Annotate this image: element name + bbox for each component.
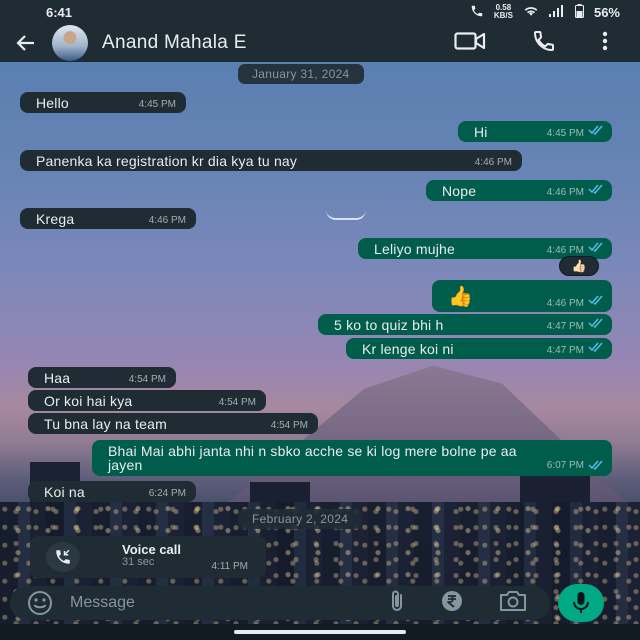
- attach-icon: [392, 590, 402, 611]
- more-options-button[interactable]: [602, 31, 608, 56]
- emoji-button[interactable]: [26, 589, 54, 617]
- message-incoming[interactable]: Krega 4:46 PM: [20, 208, 196, 229]
- message-time: 6:07 PM: [546, 460, 584, 471]
- message-time: 4:54 PM: [218, 397, 256, 408]
- message-outgoing[interactable]: Bhai Mai abhi janta nhi n sbko acche se …: [92, 440, 612, 476]
- gesture-handle[interactable]: [234, 630, 406, 634]
- message-outgoing[interactable]: Kr lenge koi ni 4:47 PM: [346, 338, 612, 359]
- payment-button[interactable]: [440, 589, 464, 618]
- message-time: 4:47 PM: [546, 345, 584, 356]
- call-title: Voice call: [122, 542, 182, 557]
- call-duration: 31 sec: [122, 556, 155, 568]
- message-text: Nope: [442, 182, 477, 199]
- message-time: 4:45 PM: [138, 99, 176, 110]
- read-ticks-icon: [588, 122, 604, 138]
- status-bar: 6:41 0.58 KB/S 56%: [0, 0, 640, 24]
- rupee-icon: [442, 590, 462, 611]
- avatar[interactable]: [52, 25, 88, 61]
- header-actions: [454, 29, 608, 58]
- message-text: Bhai Mai abhi janta nhi n sbko acche se …: [108, 443, 517, 473]
- message-time: 4:54 PM: [128, 374, 166, 385]
- mic-button[interactable]: [558, 584, 604, 622]
- status-time: 6:41: [46, 4, 73, 20]
- message-text: Krega: [36, 210, 75, 227]
- more-vert-icon: [602, 31, 608, 50]
- message-text: Koi na: [44, 483, 85, 500]
- date-separator: February 2, 2024: [238, 509, 363, 529]
- message-outgoing[interactable]: Hi 4:45 PM: [458, 121, 612, 142]
- voice-call-button[interactable]: [532, 29, 556, 58]
- message-incoming[interactable]: Tu bna lay na team 4:54 PM: [28, 413, 318, 434]
- missed-call-icon-wrap: [46, 542, 80, 572]
- message-time: 4:46 PM: [546, 187, 584, 198]
- message-text: Panenka ka registration kr dia kya tu na…: [36, 152, 298, 169]
- camera-button[interactable]: [498, 590, 528, 617]
- call-time: 4:11 PM: [211, 561, 249, 572]
- moon-decoration: [326, 210, 366, 220]
- call-forward-icon: [470, 4, 484, 21]
- message-text: Hello: [36, 94, 69, 111]
- phone-icon: [533, 30, 554, 51]
- chat-header: Anand Mahala E: [0, 24, 640, 62]
- video-call-icon: [454, 31, 486, 50]
- message-time: 4:45 PM: [546, 128, 584, 139]
- message-time: 4:46 PM: [546, 245, 584, 256]
- message-text: Hi: [474, 123, 488, 140]
- camera-icon: [500, 590, 526, 611]
- video-call-button[interactable]: [454, 30, 486, 57]
- message-text: 5 ko to quiz bhi h: [334, 316, 444, 333]
- wifi-icon: [523, 4, 539, 20]
- message-incoming[interactable]: Haa 4:54 PM: [28, 367, 176, 388]
- message-incoming[interactable]: Hello 4:45 PM: [20, 92, 186, 113]
- message-time: 4:46 PM: [474, 157, 512, 168]
- back-arrow-icon: [16, 35, 34, 51]
- message-time: 6:24 PM: [148, 488, 186, 499]
- incoming-call-icon: [56, 549, 70, 564]
- date-separator: January 31, 2024: [238, 64, 364, 84]
- composer-actions: [388, 589, 528, 618]
- message-incoming[interactable]: Panenka ka registration kr dia kya tu na…: [20, 150, 522, 171]
- mic-icon: [573, 592, 589, 613]
- message-outgoing[interactable]: 5 ko to quiz bhi h 4:47 PM: [318, 314, 612, 335]
- message-reaction[interactable]: 👍🏻: [559, 256, 599, 276]
- message-text: Tu bna lay na team: [44, 415, 167, 432]
- read-ticks-icon: [588, 458, 604, 472]
- message-composer: [10, 586, 550, 620]
- message-outgoing[interactable]: Nope 4:46 PM: [426, 180, 612, 201]
- contact-name[interactable]: Anand Mahala E: [102, 32, 247, 54]
- message-incoming[interactable]: Or koi hai kya 4:54 PM: [28, 390, 266, 411]
- read-ticks-icon: [588, 239, 604, 255]
- read-ticks-icon: [588, 181, 604, 197]
- emoji-icon: [28, 591, 52, 615]
- status-icons: 0.58 KB/S 56%: [470, 3, 620, 21]
- back-button[interactable]: [6, 24, 46, 62]
- reaction-emoji: 👍🏻: [571, 259, 587, 273]
- message-time: 4:46 PM: [148, 215, 186, 226]
- signal-icon: [548, 4, 565, 20]
- message-text: Or koi hai kya: [44, 392, 133, 409]
- message-text: 👍: [448, 285, 474, 308]
- net-speed-unit: KB/S: [493, 11, 513, 20]
- message-input[interactable]: [70, 594, 320, 612]
- message-text: Haa: [44, 369, 71, 386]
- net-speed: 0.58 KB/S: [494, 4, 513, 20]
- read-ticks-icon: [588, 292, 604, 308]
- message-time: 4:54 PM: [270, 420, 308, 431]
- message-incoming[interactable]: Koi na 6:24 PM: [28, 481, 196, 502]
- read-ticks-icon: [588, 315, 604, 331]
- message-outgoing[interactable]: 👍 4:46 PM: [432, 280, 612, 312]
- voice-call-message[interactable]: Voice call 31 sec 4:11 PM: [30, 536, 266, 578]
- message-time: 4:47 PM: [546, 321, 584, 332]
- message-time: 4:46 PM: [546, 298, 584, 309]
- message-text: Leliyo mujhe: [374, 240, 455, 257]
- message-text: Kr lenge koi ni: [362, 340, 454, 357]
- battery-icon: [574, 3, 584, 21]
- battery-percent: 56%: [593, 4, 620, 20]
- read-ticks-icon: [588, 339, 604, 355]
- attach-button[interactable]: [388, 589, 406, 618]
